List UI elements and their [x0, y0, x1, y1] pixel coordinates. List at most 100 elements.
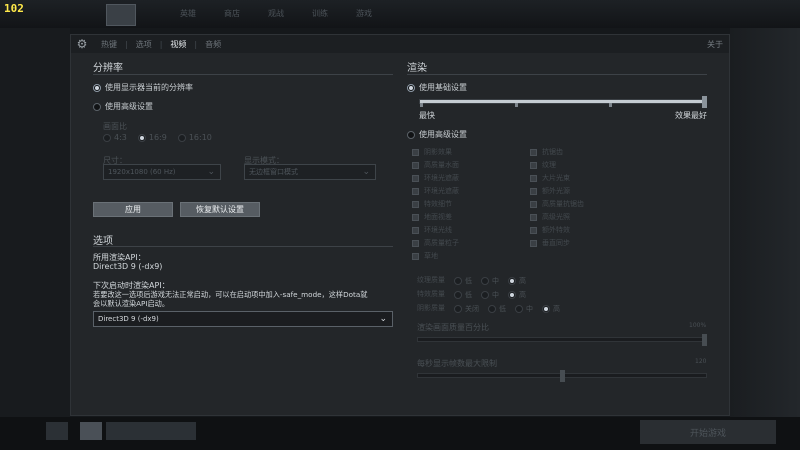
advanced-setting-checkbox[interactable]: 特效细节: [412, 199, 452, 209]
checkbox-box[interactable]: [412, 226, 419, 234]
quality-radio[interactable]: [481, 277, 489, 285]
quality-option-label: 高: [519, 291, 526, 299]
advanced-setting-checkbox[interactable]: 高质量粒子: [412, 238, 459, 248]
reset-defaults-button[interactable]: 恢复默认设置: [180, 202, 260, 217]
checkbox-box[interactable]: [530, 239, 537, 247]
slider-handle[interactable]: [702, 334, 707, 346]
advanced-setting-checkbox[interactable]: 高质量抗锯齿: [530, 199, 584, 209]
use-advanced-rendering-option[interactable]: 使用高级设置: [407, 129, 467, 140]
advanced-setting-checkbox[interactable]: 环境光线: [412, 225, 452, 235]
checkbox-box[interactable]: [530, 187, 537, 195]
quality-radio[interactable]: [508, 291, 516, 299]
options-title: 选项: [93, 236, 113, 247]
use-monitor-resolution-option[interactable]: 使用显示器当前的分辨率: [93, 82, 193, 93]
nav-learn[interactable]: 训练: [312, 8, 328, 19]
aspect-options: 4:3 16:9 16:10: [103, 133, 212, 142]
advanced-setting-checkbox[interactable]: 环境光遮蔽: [412, 173, 459, 183]
nav-store[interactable]: 商店: [224, 8, 240, 19]
checkbox-box[interactable]: [412, 200, 419, 208]
bottom-tile[interactable]: [46, 422, 68, 440]
render-api-value: Direct3D 9 (-dx9): [93, 262, 163, 271]
checkbox-box[interactable]: [530, 200, 537, 208]
advanced-setting-checkbox[interactable]: 纹理: [530, 160, 556, 170]
checkbox-box[interactable]: [412, 239, 419, 247]
radio[interactable]: [407, 130, 415, 139]
rendering-title: 渲染: [407, 63, 427, 74]
quality-radio[interactable]: [515, 305, 523, 313]
radio-selected[interactable]: [93, 83, 101, 92]
left-background: [0, 28, 70, 418]
checkbox-box[interactable]: [412, 252, 419, 260]
checkbox-box[interactable]: [530, 161, 537, 169]
checkbox-box[interactable]: [412, 174, 419, 182]
play-button[interactable]: 开始游戏: [640, 420, 776, 444]
advanced-setting-checkbox[interactable]: 高级光照: [530, 212, 570, 222]
bottom-tile[interactable]: [80, 422, 102, 440]
basic-quality-slider[interactable]: [419, 99, 707, 104]
gear-icon: ⚙: [76, 37, 88, 51]
checkbox-label: 阴影效果: [424, 148, 452, 156]
checkbox-label: 高级光照: [542, 213, 570, 221]
aspect-4-3-label: 4:3: [114, 133, 127, 142]
checkbox-box[interactable]: [530, 148, 537, 156]
tab-video[interactable]: 视频: [162, 39, 194, 50]
tab-hotkeys[interactable]: 热键: [93, 39, 125, 50]
tab-audio[interactable]: 音频: [197, 39, 229, 50]
quality-radio[interactable]: [454, 291, 462, 299]
tab-options[interactable]: 选项: [128, 39, 160, 50]
use-basic-settings-option[interactable]: 使用基础设置: [407, 82, 467, 93]
checkbox-box[interactable]: [530, 226, 537, 234]
quality-row-options: 关闭 低 中 高: [454, 304, 560, 314]
about-link[interactable]: 关于: [707, 39, 723, 50]
radio-aspect-16-10[interactable]: [177, 133, 186, 142]
advanced-setting-checkbox[interactable]: 高质量水面: [412, 160, 459, 170]
checkbox-label: 额外光源: [542, 187, 570, 195]
quality-radio[interactable]: [488, 305, 496, 313]
advanced-setting-checkbox[interactable]: 草地: [412, 251, 438, 261]
advanced-setting-checkbox[interactable]: 额外特效: [530, 225, 570, 235]
apply-button[interactable]: 应用: [93, 202, 173, 217]
resolution-title: 分辨率: [93, 63, 123, 74]
quality-radio[interactable]: [454, 277, 462, 285]
checkbox-box[interactable]: [412, 161, 419, 169]
advanced-setting-checkbox[interactable]: 垂直同步: [530, 238, 570, 248]
checkbox-box[interactable]: [412, 187, 419, 195]
divider: [93, 246, 393, 247]
nav-heroes[interactable]: 英雄: [180, 8, 196, 19]
quality-radio[interactable]: [508, 277, 516, 285]
display-mode-select[interactable]: 无边框窗口模式 ⌄: [244, 164, 376, 180]
checkbox-box[interactable]: [412, 213, 419, 221]
quality-row-label: 纹理质量: [417, 276, 445, 284]
aspect-16-9-label: 16:9: [148, 133, 167, 142]
advanced-setting-checkbox[interactable]: 大片光束: [530, 173, 570, 183]
chevron-down-icon: ⌄: [207, 167, 215, 177]
advanced-setting-checkbox[interactable]: 额外光源: [530, 186, 570, 196]
use-advanced-resolution-option[interactable]: 使用高级设置: [93, 101, 153, 112]
size-select[interactable]: 1920x1080 (60 Hz) ⌄: [103, 164, 221, 180]
advanced-setting-checkbox[interactable]: 环境光遮蔽: [412, 186, 459, 196]
settings-panel: ⚙ 热键 | 选项 | 视频 | 音频 关于 分辨率 使用显示器当前的分辨率 使…: [70, 34, 730, 416]
render-api-select[interactable]: Direct3D 9 (-dx9) ⌄: [93, 311, 393, 327]
bottom-tile[interactable]: [106, 422, 196, 440]
quality-radio[interactable]: [481, 291, 489, 299]
checkbox-box[interactable]: [530, 174, 537, 182]
advanced-setting-checkbox[interactable]: 阴影效果: [412, 147, 452, 157]
quality-radio[interactable]: [542, 305, 550, 313]
slider-handle[interactable]: [702, 96, 707, 108]
checkbox-box[interactable]: [530, 213, 537, 221]
render-quality-slider[interactable]: [417, 337, 707, 342]
advanced-setting-checkbox[interactable]: 抗锯齿: [530, 147, 563, 157]
chevron-down-icon: ⌄: [362, 167, 370, 177]
slider-handle[interactable]: [559, 370, 565, 382]
nav-arcade[interactable]: 游戏: [356, 8, 372, 19]
checkbox-label: 环境光遮蔽: [424, 187, 459, 195]
nav-watch[interactable]: 观战: [268, 8, 284, 19]
checkbox-box[interactable]: [412, 148, 419, 156]
quality-radio[interactable]: [454, 305, 462, 313]
fps-limit-label: 每秒显示帧数最大限制: [417, 359, 497, 368]
radio-selected[interactable]: [407, 83, 415, 92]
advanced-setting-checkbox[interactable]: 地面视差: [412, 212, 452, 222]
radio[interactable]: [93, 102, 101, 111]
radio-aspect-16-9[interactable]: [137, 133, 146, 142]
radio-aspect-4-3[interactable]: [103, 133, 111, 142]
